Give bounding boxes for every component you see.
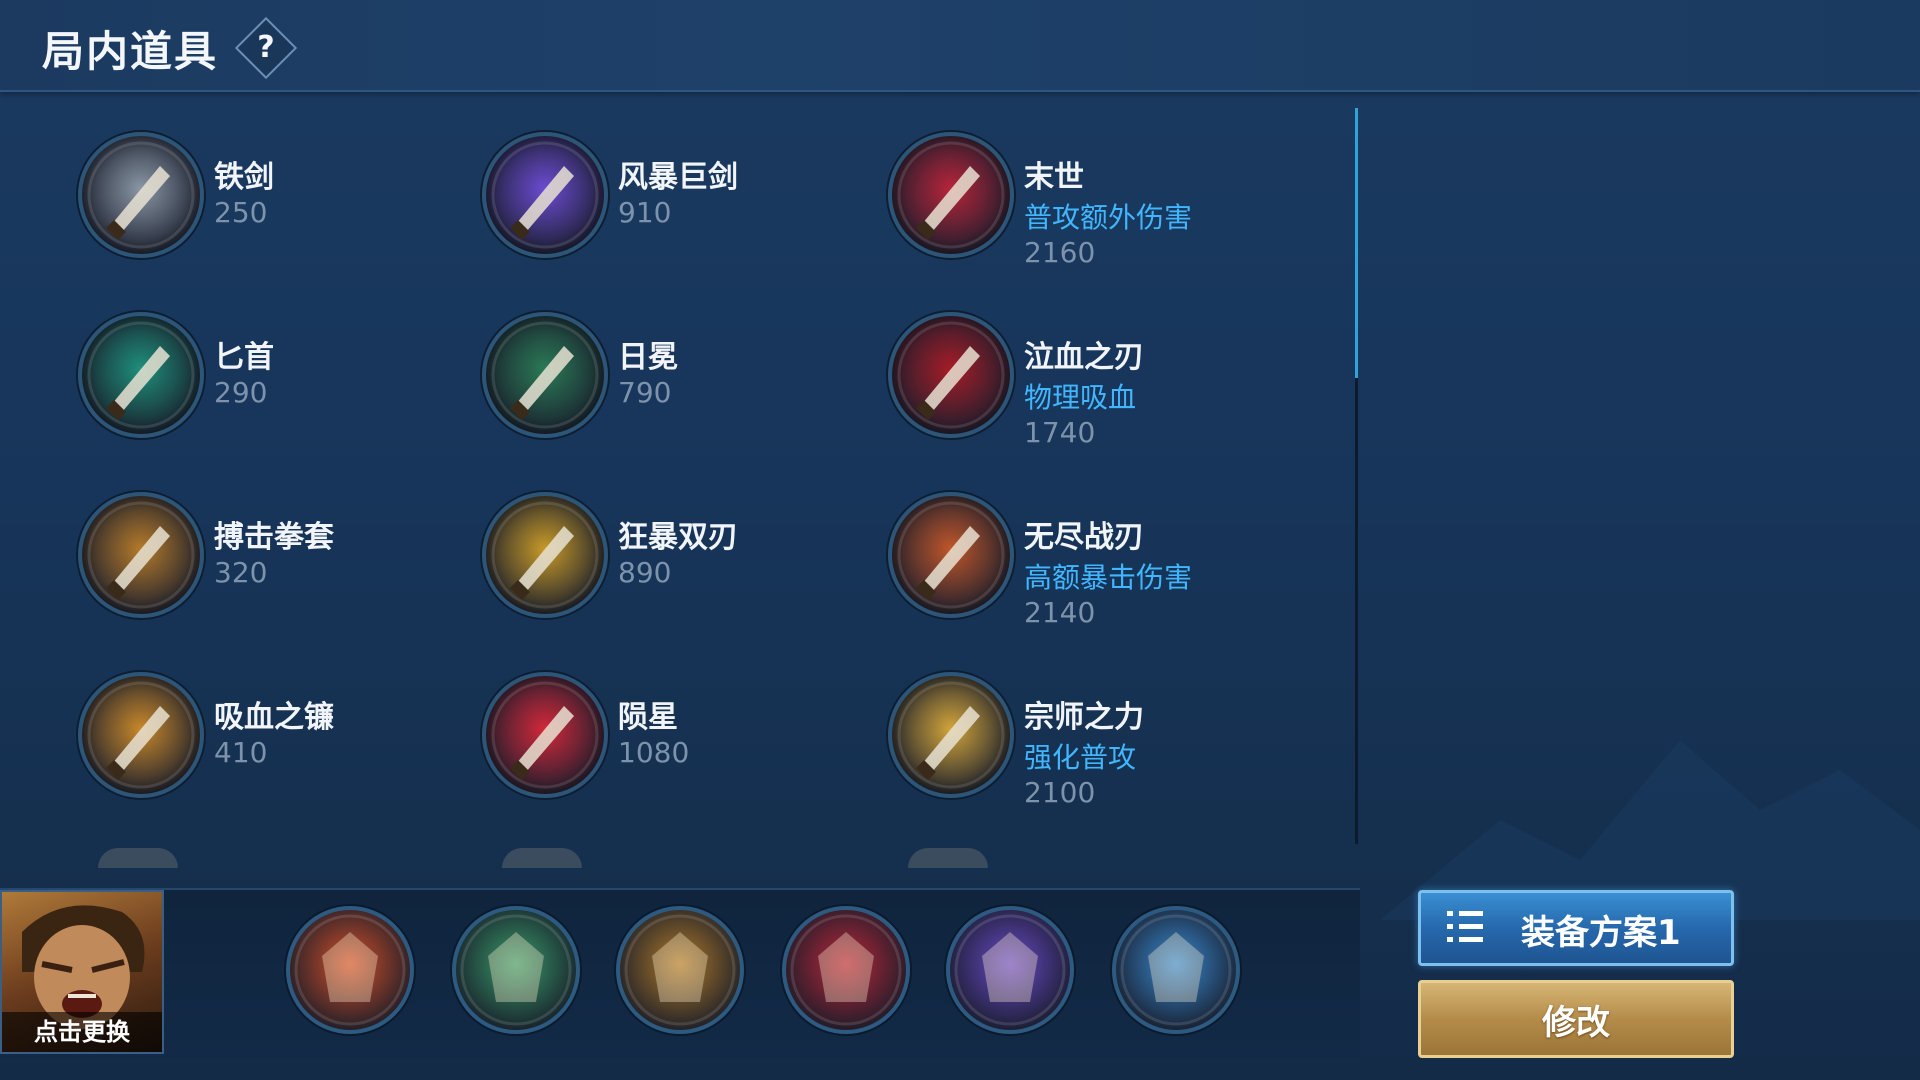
item-name: 宗师之力 [1024, 700, 1144, 735]
item-effect: 物理吸血 [1024, 381, 1137, 414]
list-icon [1447, 911, 1483, 943]
item-price: 790 [618, 376, 672, 409]
berserk-blades-icon [482, 492, 608, 618]
boxing-gauntlet-icon [78, 492, 204, 618]
item-card[interactable]: 宗师之力强化普攻 2100 [888, 672, 1288, 832]
item-name: 风暴巨剑 [618, 160, 738, 195]
equipped-slot-1[interactable] [286, 906, 414, 1034]
item-effect: 高额暴击伤害 [1024, 561, 1193, 594]
item-card[interactable]: 吸血之镰 410 [78, 672, 478, 832]
item-price: 2140 [1024, 596, 1096, 629]
modify-button[interactable]: 修改 [1418, 980, 1734, 1058]
item-price: 290 [214, 376, 268, 409]
item-card[interactable]: 匕首 290 [78, 312, 478, 472]
item-price: 320 [214, 556, 268, 589]
equipment-plan-label: 装备方案1 [1521, 913, 1681, 953]
item-price: 890 [618, 556, 672, 589]
item-name: 日冕 [618, 340, 678, 375]
page-title: 局内道具 [42, 27, 219, 76]
item-name: 吸血之镰 [214, 700, 334, 735]
next-row-item-peek [98, 848, 178, 868]
doomsday-icon [888, 132, 1014, 258]
item-name: 铁剑 [214, 160, 274, 195]
change-hero-label: 点击更换 [2, 1012, 162, 1052]
iron-sword-icon [78, 132, 204, 258]
dagger-icon [78, 312, 204, 438]
item-name: 末世 [1024, 160, 1084, 195]
item-price: 1080 [618, 736, 690, 769]
meteor-icon [482, 672, 608, 798]
item-card[interactable]: 陨星 1080 [482, 672, 882, 832]
next-row-item-peek [908, 848, 988, 868]
item-price: 2100 [1024, 776, 1096, 809]
bloodweep-blade-icon [888, 312, 1014, 438]
item-price: 250 [214, 196, 268, 229]
item-card[interactable]: 铁剑 250 [78, 132, 478, 292]
equipped-slot-5[interactable] [946, 906, 1074, 1034]
modify-label: 修改 [1542, 1003, 1610, 1043]
item-price: 410 [214, 736, 268, 769]
help-icon: ? [257, 30, 275, 65]
item-price: 910 [618, 196, 672, 229]
item-card[interactable]: 日冕 790 [482, 312, 882, 472]
vampire-scythe-icon [78, 672, 204, 798]
help-button[interactable]: ? [234, 16, 298, 80]
next-row-item-peek [502, 848, 582, 868]
item-name: 狂暴双刃 [618, 520, 738, 555]
item-card[interactable]: 搏击拳套 320 [78, 492, 478, 652]
item-list-panel[interactable]: 铁剑 250 风暴巨剑 910 末世 普攻额外伤害 2160 匕首 290 日冕 790 泣血之刃 物理… [0, 92, 1360, 862]
item-name: 陨星 [618, 700, 678, 735]
item-card[interactable]: 末世普攻额外伤害 2160 [888, 132, 1288, 292]
item-effect: 普攻额外伤害 [1024, 201, 1193, 234]
item-name: 搏击拳套 [214, 520, 334, 555]
item-card[interactable]: 风暴巨剑 910 [482, 132, 882, 292]
equipped-slot-2[interactable] [452, 906, 580, 1034]
equipment-plan-button[interactable]: 装备方案1 [1418, 890, 1734, 966]
equipped-slot-6[interactable] [1112, 906, 1240, 1034]
storm-sword-icon [482, 132, 608, 258]
item-card[interactable]: 狂暴双刃 890 [482, 492, 882, 652]
item-card[interactable]: 泣血之刃物理吸血 1740 [888, 312, 1288, 472]
item-card[interactable]: 无尽战刃高额暴击伤害 2140 [888, 492, 1288, 652]
master-power-icon [888, 672, 1014, 798]
hero-portrait[interactable]: 点击更换 [0, 890, 164, 1054]
item-name: 无尽战刃 [1024, 520, 1144, 555]
item-name: 泣血之刃 [1024, 340, 1144, 375]
item-price: 2160 [1024, 236, 1096, 269]
item-name: 匕首 [214, 340, 274, 375]
scrollbar-thumb[interactable] [1355, 108, 1358, 378]
item-price: 1740 [1024, 416, 1096, 449]
infinity-blade-icon [888, 492, 1014, 618]
background-mountains [1380, 740, 1920, 920]
equipped-slot-4[interactable] [782, 906, 910, 1034]
corona-icon [482, 312, 608, 438]
top-bar: 局内道具 ? [0, 0, 1920, 92]
item-effect: 强化普攻 [1024, 741, 1137, 774]
equipped-slot-3[interactable] [616, 906, 744, 1034]
